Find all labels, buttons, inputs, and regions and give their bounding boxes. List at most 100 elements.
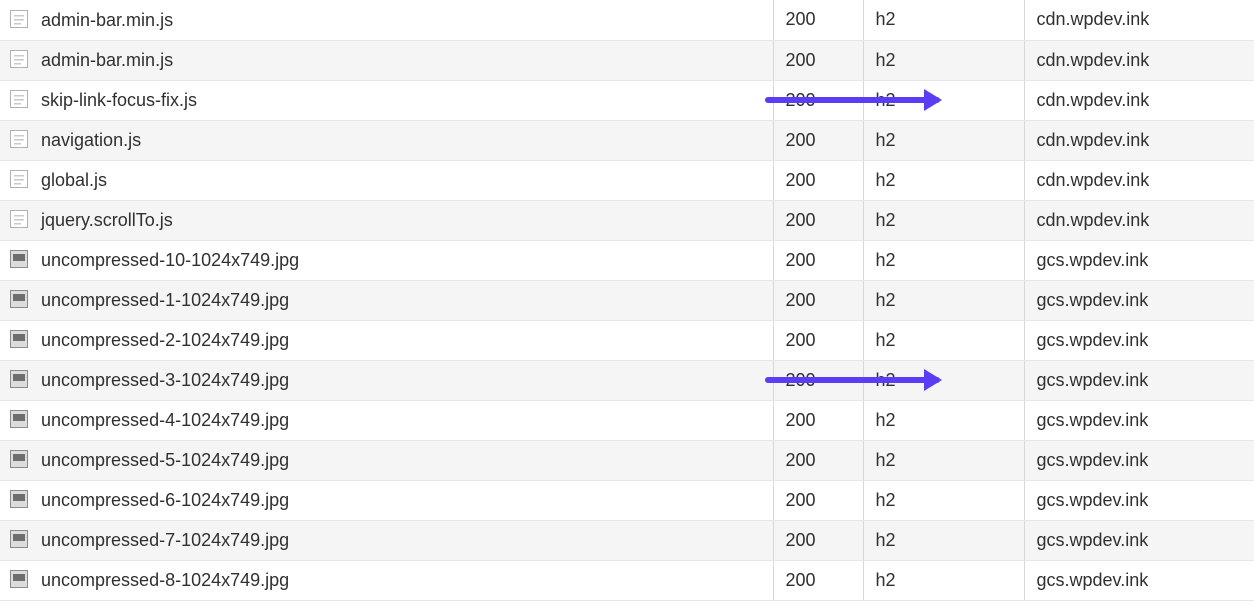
file-icon bbox=[10, 50, 28, 68]
cell-domain: gcs.wpdev.ink bbox=[1024, 320, 1254, 360]
table-row[interactable]: uncompressed-4-1024x749.jpg 200 h2 gcs.w… bbox=[0, 400, 1254, 440]
table-row[interactable]: uncompressed-3-1024x749.jpg 200 h2 gcs.w… bbox=[0, 360, 1254, 400]
file-name: uncompressed-4-1024x749.jpg bbox=[41, 410, 289, 430]
cell-protocol: h2 bbox=[863, 560, 1024, 600]
cell-domain: gcs.wpdev.ink bbox=[1024, 520, 1254, 560]
file-name: uncompressed-7-1024x749.jpg bbox=[41, 530, 289, 550]
cell-protocol: h2 bbox=[863, 120, 1024, 160]
cell-domain: gcs.wpdev.ink bbox=[1024, 240, 1254, 280]
file-icon bbox=[10, 330, 28, 348]
table-row[interactable]: uncompressed-10-1024x749.jpg 200 h2 gcs.… bbox=[0, 240, 1254, 280]
cell-domain: gcs.wpdev.ink bbox=[1024, 480, 1254, 520]
annotation-arrow-icon bbox=[765, 377, 940, 383]
cell-name: uncompressed-6-1024x749.jpg bbox=[0, 480, 773, 520]
cell-protocol: h2 bbox=[863, 0, 1024, 40]
table-row[interactable]: navigation.js 200 h2 cdn.wpdev.ink bbox=[0, 120, 1254, 160]
cell-domain: cdn.wpdev.ink bbox=[1024, 80, 1254, 120]
cell-protocol: h2 bbox=[863, 400, 1024, 440]
cell-status: 200 bbox=[773, 40, 863, 80]
cell-protocol: h2 bbox=[863, 480, 1024, 520]
file-name: uncompressed-8-1024x749.jpg bbox=[41, 570, 289, 590]
cell-protocol: h2 bbox=[863, 520, 1024, 560]
table-row[interactable]: jquery.scrollTo.js 200 h2 cdn.wpdev.ink bbox=[0, 200, 1254, 240]
cell-name: navigation.js bbox=[0, 120, 773, 160]
cell-status: 200 bbox=[773, 320, 863, 360]
table-row[interactable]: uncompressed-8-1024x749.jpg 200 h2 gcs.w… bbox=[0, 560, 1254, 600]
file-name: uncompressed-2-1024x749.jpg bbox=[41, 330, 289, 350]
cell-name: uncompressed-8-1024x749.jpg bbox=[0, 560, 773, 600]
cell-name: jquery.scrollTo.js bbox=[0, 200, 773, 240]
cell-protocol: h2 bbox=[863, 200, 1024, 240]
file-icon bbox=[10, 370, 28, 388]
file-icon bbox=[10, 10, 28, 28]
cell-protocol: h2 bbox=[863, 240, 1024, 280]
cell-name: skip-link-focus-fix.js bbox=[0, 80, 773, 120]
file-icon bbox=[10, 490, 28, 508]
cell-status: 200 bbox=[773, 160, 863, 200]
file-name: uncompressed-6-1024x749.jpg bbox=[41, 490, 289, 510]
table-row[interactable]: admin-bar.min.js 200 h2 cdn.wpdev.ink bbox=[0, 40, 1254, 80]
table-row[interactable]: uncompressed-5-1024x749.jpg 200 h2 gcs.w… bbox=[0, 440, 1254, 480]
cell-status: 200 bbox=[773, 200, 863, 240]
cell-name: uncompressed-10-1024x749.jpg bbox=[0, 240, 773, 280]
cell-status: 200 bbox=[773, 440, 863, 480]
cell-protocol: h2 bbox=[863, 440, 1024, 480]
cell-protocol: h2 bbox=[863, 160, 1024, 200]
cell-domain: cdn.wpdev.ink bbox=[1024, 160, 1254, 200]
cell-status: 200 bbox=[773, 240, 863, 280]
table-row[interactable]: global.js 200 h2 cdn.wpdev.ink bbox=[0, 160, 1254, 200]
cell-name: global.js bbox=[0, 160, 773, 200]
file-name: skip-link-focus-fix.js bbox=[41, 90, 197, 110]
table-row[interactable]: skip-link-focus-fix.js 200 h2 cdn.wpdev.… bbox=[0, 80, 1254, 120]
file-name: navigation.js bbox=[41, 130, 141, 150]
cell-domain: cdn.wpdev.ink bbox=[1024, 40, 1254, 80]
cell-domain: gcs.wpdev.ink bbox=[1024, 560, 1254, 600]
cell-domain: gcs.wpdev.ink bbox=[1024, 400, 1254, 440]
cell-status: 200 bbox=[773, 280, 863, 320]
cell-status: 200 bbox=[773, 480, 863, 520]
table-row[interactable]: admin-bar.min.js 200 h2 cdn.wpdev.ink bbox=[0, 0, 1254, 40]
file-name: uncompressed-10-1024x749.jpg bbox=[41, 250, 299, 270]
cell-domain: cdn.wpdev.ink bbox=[1024, 0, 1254, 40]
file-name: admin-bar.min.js bbox=[41, 10, 173, 30]
cell-domain: cdn.wpdev.ink bbox=[1024, 200, 1254, 240]
cell-domain: cdn.wpdev.ink bbox=[1024, 120, 1254, 160]
cell-status: 200 bbox=[773, 400, 863, 440]
file-name: uncompressed-1-1024x749.jpg bbox=[41, 290, 289, 310]
cell-name: uncompressed-2-1024x749.jpg bbox=[0, 320, 773, 360]
file-icon bbox=[10, 530, 28, 548]
table-row[interactable]: uncompressed-7-1024x749.jpg 200 h2 gcs.w… bbox=[0, 520, 1254, 560]
file-name: uncompressed-3-1024x749.jpg bbox=[41, 370, 289, 390]
cell-name: uncompressed-1-1024x749.jpg bbox=[0, 280, 773, 320]
table-row[interactable]: uncompressed-2-1024x749.jpg 200 h2 gcs.w… bbox=[0, 320, 1254, 360]
network-table-body: admin-bar.min.js 200 h2 cdn.wpdev.ink ad… bbox=[0, 0, 1254, 600]
file-icon bbox=[10, 90, 28, 108]
file-icon bbox=[10, 570, 28, 588]
file-name: global.js bbox=[41, 170, 107, 190]
file-icon bbox=[10, 250, 28, 268]
cell-name: uncompressed-4-1024x749.jpg bbox=[0, 400, 773, 440]
annotation-arrow-icon bbox=[765, 97, 940, 103]
cell-name: admin-bar.min.js bbox=[0, 40, 773, 80]
file-icon bbox=[10, 290, 28, 308]
cell-domain: gcs.wpdev.ink bbox=[1024, 360, 1254, 400]
file-name: jquery.scrollTo.js bbox=[41, 210, 173, 230]
cell-protocol: h2 bbox=[863, 280, 1024, 320]
file-icon bbox=[10, 170, 28, 188]
cell-status: 200 bbox=[773, 520, 863, 560]
file-icon bbox=[10, 410, 28, 428]
file-icon bbox=[10, 130, 28, 148]
cell-domain: gcs.wpdev.ink bbox=[1024, 440, 1254, 480]
cell-status: 200 bbox=[773, 560, 863, 600]
cell-name: uncompressed-5-1024x749.jpg bbox=[0, 440, 773, 480]
cell-name: uncompressed-7-1024x749.jpg bbox=[0, 520, 773, 560]
cell-name: admin-bar.min.js bbox=[0, 0, 773, 40]
table-row[interactable]: uncompressed-1-1024x749.jpg 200 h2 gcs.w… bbox=[0, 280, 1254, 320]
cell-name: uncompressed-3-1024x749.jpg bbox=[0, 360, 773, 400]
file-name: uncompressed-5-1024x749.jpg bbox=[41, 450, 289, 470]
cell-status: 200 bbox=[773, 0, 863, 40]
network-table[interactable]: admin-bar.min.js 200 h2 cdn.wpdev.ink ad… bbox=[0, 0, 1254, 601]
table-row[interactable]: uncompressed-6-1024x749.jpg 200 h2 gcs.w… bbox=[0, 480, 1254, 520]
cell-protocol: h2 bbox=[863, 320, 1024, 360]
file-icon bbox=[10, 450, 28, 468]
